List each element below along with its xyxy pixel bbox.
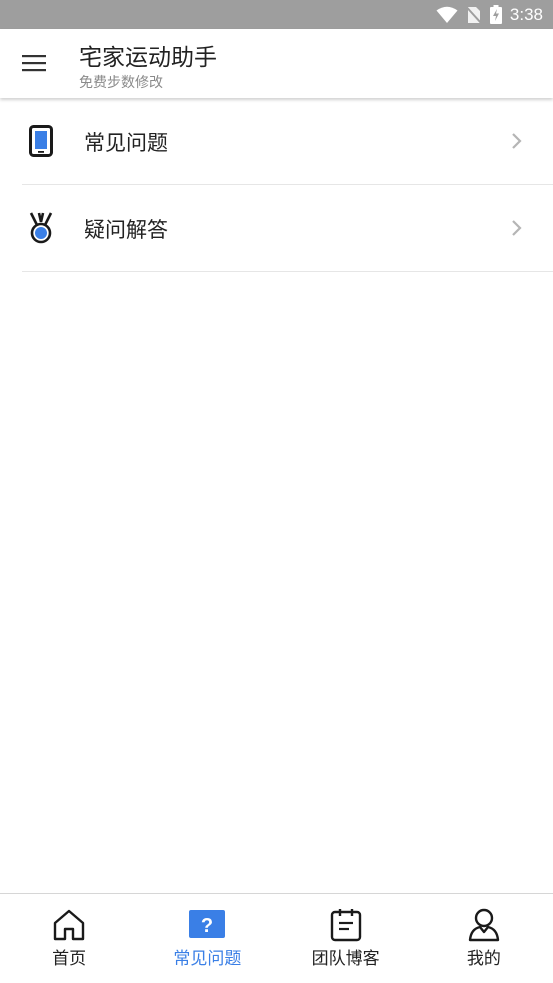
battery-charging-icon xyxy=(489,5,502,24)
nav-label: 首页 xyxy=(52,949,87,969)
app-title: 宅家运动助手 xyxy=(79,45,217,71)
medal-icon xyxy=(24,211,58,245)
nav-item-blog[interactable]: 团队博客 xyxy=(277,894,415,983)
status-bar: 3:38 xyxy=(0,0,553,29)
nav-label: 我的 xyxy=(466,949,501,969)
list-item-faq[interactable]: 常见问题 xyxy=(0,98,553,185)
chevron-right-icon xyxy=(511,219,523,237)
no-sim-icon xyxy=(465,5,482,24)
list-item-qa[interactable]: 疑问解答 xyxy=(0,185,553,272)
status-time: 3:38 xyxy=(509,4,543,24)
svg-text:?: ? xyxy=(201,915,213,937)
list-item-label: 疑问解答 xyxy=(84,218,168,242)
nav-item-home[interactable]: 首页 xyxy=(0,894,138,983)
wifi-icon xyxy=(436,6,458,24)
hamburger-menu-icon[interactable] xyxy=(18,49,50,77)
app-bar: 宅家运动助手 免费步数修改 xyxy=(0,29,553,98)
list-item-label: 常见问题 xyxy=(84,131,168,155)
nav-label: 团队博客 xyxy=(311,949,380,969)
home-icon xyxy=(51,907,87,943)
nav-item-faq[interactable]: ? 常见问题 xyxy=(138,894,276,983)
bottom-nav: 首页 ? 常见问题 团队博客 我的 xyxy=(0,893,553,983)
divider xyxy=(22,271,553,272)
user-icon xyxy=(466,907,502,943)
notepad-icon xyxy=(328,907,364,943)
app-subtitle: 免费步数修改 xyxy=(79,75,163,91)
question-icon: ? xyxy=(189,907,226,943)
phone-icon xyxy=(24,124,58,158)
chevron-right-icon xyxy=(511,132,523,150)
nav-item-mine[interactable]: 我的 xyxy=(415,894,553,983)
nav-label: 常见问题 xyxy=(173,949,242,969)
menu-list: 常见问题 疑问解答 xyxy=(0,98,553,272)
